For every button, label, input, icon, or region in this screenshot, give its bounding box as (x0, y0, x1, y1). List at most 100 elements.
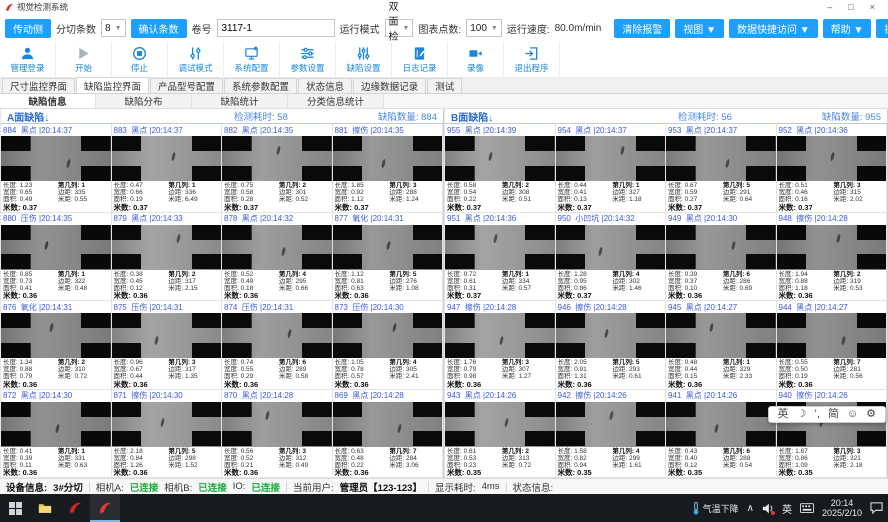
drive-side-button[interactable]: 传动侧 (5, 19, 51, 38)
run-mode-select[interactable]: 双面检测▼ (385, 19, 414, 37)
ime-simplified-toggle[interactable]: 简 (828, 407, 839, 422)
defect-cell[interactable]: 945 黑点 |20:14:27 长度: 0.48 宽度: 0.44 面积: 0… (666, 301, 777, 390)
clear-alarm-button[interactable]: 清除报警 (614, 19, 670, 38)
defect-cell[interactable]: 951 黑点 |20:14:36 长度: 0.72 宽度: 0.61 面积: 0… (445, 213, 556, 302)
stop-button[interactable]: 停止 (112, 42, 168, 77)
panel-a-title[interactable]: A面缺陷↓ (7, 109, 49, 124)
defect-width: 宽度: 0.86 (779, 455, 834, 462)
tab-status-info[interactable]: 状态信息 (298, 78, 352, 93)
defect-cell[interactable]: 883 黑点 |20:14:37 长度: 0.47 宽度: 0.66 面积: 0… (112, 124, 223, 213)
defect-cell[interactable]: 871 擦伤 |20:14:30 长度: 2.18 宽度: 0.84 面积: 1… (112, 390, 223, 479)
start-button[interactable]: 开始 (56, 42, 112, 77)
defect-cell[interactable]: 881 擦伤 |20:14:35 长度: 1.85 宽度: 0.92 面积: 1… (333, 124, 444, 213)
ime-moon-icon[interactable]: ☽ (797, 407, 807, 422)
defect-cell[interactable]: 941 黑点 |20:14:26 长度: 0.43 宽度: 0.40 面积: 0… (666, 390, 777, 479)
defect-cell[interactable]: 955 黑点 |20:14:39 长度: 0.58 宽度: 0.54 面积: 0… (445, 124, 556, 213)
operate-side-button[interactable]: 操作侧 (876, 19, 888, 38)
defect-cell[interactable]: 869 黑点 |20:14:28 长度: 0.63 宽度: 0.48 面积: 0… (333, 390, 444, 479)
defect-meter: 米数: 0.36 (114, 381, 169, 388)
subtab-class-stats[interactable]: 分类信息统计 (288, 94, 384, 108)
defect-cell[interactable]: 942 擦伤 |20:14:26 长度: 1.58 宽度: 0.82 面积: 0… (556, 390, 667, 479)
equalizer-icon (356, 46, 371, 61)
defect-cell[interactable]: 946 擦伤 |20:14:28 长度: 2.05 宽度: 0.91 面积: 1… (556, 301, 667, 390)
volume-button[interactable] (762, 503, 774, 514)
defect-width: 宽度: 0.49 (224, 278, 279, 285)
maximize-button[interactable]: □ (848, 2, 853, 12)
hidden-icons-button[interactable]: ∧ (747, 503, 754, 514)
slit-count-select[interactable]: 8▼ (101, 19, 126, 37)
defect-cell[interactable]: 874 压伤 |20:14:31 长度: 0.74 宽度: 0.55 面积: 0… (222, 301, 333, 390)
defect-settings-button[interactable]: 缺陷设置 (336, 42, 392, 77)
defect-cell[interactable]: 949 黑点 |20:14:30 长度: 0.39 宽度: 0.37 面积: 0… (666, 213, 777, 302)
defect-cell[interactable]: 950 小凹坑 |20:14:32 长度: 1.28 宽度: 0.95 面积: … (556, 213, 667, 302)
defect-cell[interactable]: 947 擦伤 |20:14:28 长度: 1.76 宽度: 0.79 面积: 0… (445, 301, 556, 390)
defect-cell[interactable]: 884 黑点 |20:14:37 长度: 1.23 宽度: 0.65 面积: 0… (1, 124, 112, 213)
tab-system-params[interactable]: 系统参数配置 (224, 78, 297, 93)
panel-b-title[interactable]: B面缺陷↓ (451, 109, 493, 124)
defect-image (666, 402, 776, 447)
defect-cell[interactable]: 872 黑点 |20:14:30 长度: 0.41 宽度: 0.39 面积: 0… (1, 390, 112, 479)
tab-product-config[interactable]: 产品型号配置 (150, 78, 223, 93)
chart-points-select[interactable]: 100▼ (466, 19, 502, 37)
defect-cell[interactable]: 953 黑点 |20:14:37 长度: 0.67 宽度: 0.59 面积: 0… (666, 124, 777, 213)
defect-cell[interactable]: 875 压伤 |20:14:31 长度: 0.96 宽度: 0.67 面积: 0… (112, 301, 223, 390)
defect-cell[interactable]: 952 黑点 |20:14:36 长度: 0.51 宽度: 0.46 面积: 0… (777, 124, 888, 213)
defect-cell[interactable]: 877 氧化 |20:14:31 长度: 1.12 宽度: 0.81 面积: 0… (333, 213, 444, 302)
defect-info: 长度: 1.76 宽度: 0.79 面积: 0.98 米数: 0.36 第几列:… (445, 358, 555, 389)
help-menu-button[interactable]: 帮助 ▼ (823, 19, 872, 38)
action-center-icon[interactable] (870, 502, 883, 514)
taskbar-clock[interactable]: 20:14 2025/2/10 (822, 498, 862, 518)
defect-cell[interactable]: 880 压伤 |20:14:35 长度: 0.85 宽度: 0.73 面积: 0… (1, 213, 112, 302)
ime-indicator[interactable]: 英 (782, 501, 792, 516)
log-record-button[interactable]: 日志记录 (392, 42, 448, 77)
camera-icon (468, 46, 483, 61)
tab-edge-data[interactable]: 边缘数据记录 (353, 78, 426, 93)
ime-emoji-icon[interactable]: ☺ (847, 407, 858, 422)
admin-login-button[interactable]: 管理登录 (0, 42, 56, 77)
ime-punctuation-toggle[interactable]: ’, (814, 407, 820, 422)
panel-b-detect-time: 检测耗时: 56 (678, 109, 732, 123)
defect-cell[interactable]: 954 黑点 |20:14:37 长度: 0.44 宽度: 0.41 面积: 0… (556, 124, 667, 213)
tab-defect-monitor[interactable]: 缺陷监控界面 (76, 77, 149, 93)
defect-cell[interactable]: 943 黑点 |20:14:26 长度: 0.61 宽度: 0.53 面积: 0… (445, 390, 556, 479)
confirm-count-button[interactable]: 确认条数 (131, 19, 187, 38)
ime-settings-icon[interactable]: ⚙ (866, 407, 876, 422)
close-button[interactable]: × (870, 2, 875, 12)
defect-length: 长度: 1.28 (558, 271, 613, 278)
ime-lang-toggle[interactable]: 英 (778, 407, 789, 422)
defect-image (556, 136, 666, 181)
sub-tab-bar: 缺陷信息 缺陷分布 缺陷统计 分类信息统计 (0, 94, 888, 109)
touch-keyboard-icon[interactable] (800, 503, 814, 513)
view-menu-button[interactable]: 视图 ▼ (675, 19, 724, 38)
display-time-label: 显示耗时: (435, 480, 476, 494)
weather-widget[interactable]: 气温下降 (692, 502, 739, 515)
param-settings-button[interactable]: 参数设置 (280, 42, 336, 77)
file-explorer-button[interactable] (30, 494, 60, 522)
tab-test[interactable]: 测试 (427, 78, 462, 93)
defect-cell[interactable]: 948 擦伤 |20:14:28 长度: 1.94 宽度: 0.88 面积: 1… (777, 213, 888, 302)
defect-info: 长度: 0.58 宽度: 0.54 面积: 0.22 米数: 0.37 第几列:… (445, 181, 555, 212)
subtab-defect-stats[interactable]: 缺陷统计 (192, 94, 288, 108)
start-menu-button[interactable] (0, 494, 30, 522)
exit-program-button[interactable]: 退出程序 (504, 42, 560, 77)
subtab-defect-info[interactable]: 缺陷信息 (0, 94, 96, 108)
tab-size-monitor[interactable]: 尺寸监控界面 (2, 78, 75, 93)
minimize-button[interactable]: – (827, 2, 832, 12)
defect-cell[interactable]: 882 黑点 |20:14:35 长度: 0.75 宽度: 0.58 面积: 0… (222, 124, 333, 213)
defect-cell[interactable]: 879 黑点 |20:14:33 长度: 0.38 宽度: 0.45 面积: 0… (112, 213, 223, 302)
inspection-app-1-button[interactable] (60, 494, 90, 522)
subtab-defect-distribution[interactable]: 缺陷分布 (96, 94, 192, 108)
data-quick-access-button[interactable]: 数据快捷访问 ▼ (729, 19, 818, 38)
defect-cell[interactable]: 944 黑点 |20:14:27 长度: 0.55 宽度: 0.50 面积: 0… (777, 301, 888, 390)
defect-cell[interactable]: 878 黑点 |20:14:32 长度: 0.52 宽度: 0.49 面积: 0… (222, 213, 333, 302)
inspection-app-2-button[interactable] (90, 494, 120, 522)
defect-cell[interactable]: 876 氧化 |20:14:31 长度: 1.34 宽度: 0.88 面积: 0… (1, 301, 112, 390)
defect-cell[interactable]: 873 压伤 |20:14:30 长度: 1.05 宽度: 0.78 面积: 0… (333, 301, 444, 390)
defect-cell[interactable]: 940 擦伤 |20:14:26 长度: 1.87 宽度: 0.86 面积: 1… (777, 390, 888, 479)
record-video-button[interactable]: 录像 (448, 42, 504, 77)
defect-cell[interactable]: 870 黑点 |20:14:28 长度: 0.56 宽度: 0.52 面积: 0… (222, 390, 333, 479)
system-config-button[interactable]: 系统配置 (224, 42, 280, 77)
roll-number-input[interactable] (217, 19, 335, 37)
debug-mode-button[interactable]: 调试模式 (168, 42, 224, 77)
defect-mdist: 米距: 0.55 (58, 196, 109, 203)
